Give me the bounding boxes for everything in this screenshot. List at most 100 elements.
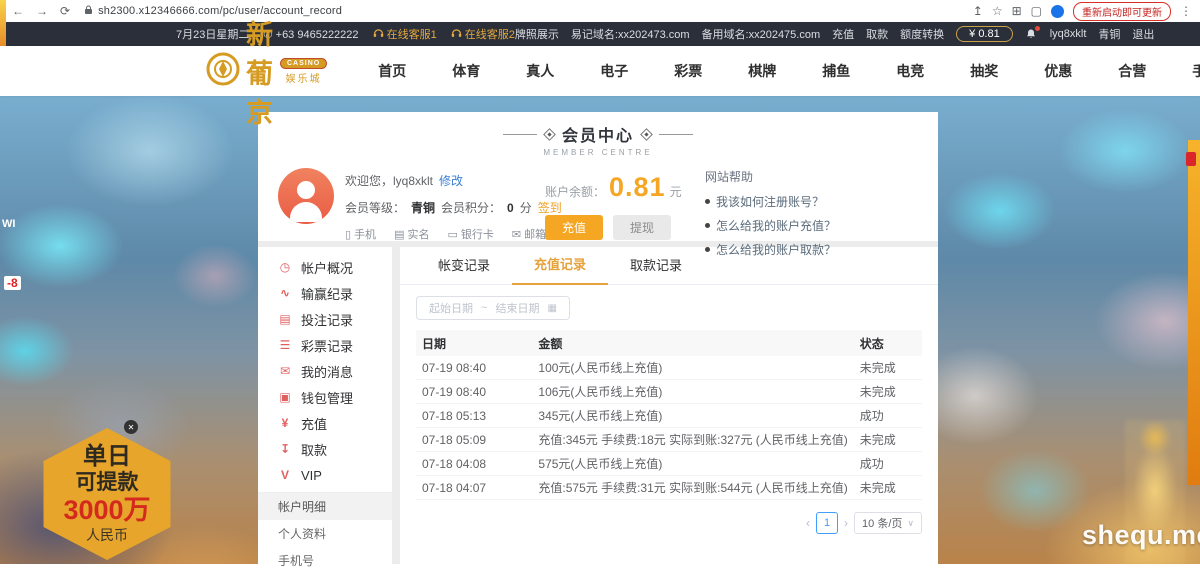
- table-row: 07-19 08:40100元(人民币线上充值)未完成: [416, 356, 922, 380]
- cell-status: 未完成: [854, 476, 922, 500]
- page-number[interactable]: 1: [816, 512, 838, 534]
- online-service-2[interactable]: 在线客服2: [451, 26, 515, 42]
- sidebar-item-label: 我的消息: [301, 362, 353, 381]
- date-separator: ~: [481, 302, 487, 314]
- sidebar-sub-item[interactable]: 手机号: [258, 547, 392, 574]
- chevron-left-icon[interactable]: ‹: [806, 516, 810, 530]
- extension-icon[interactable]: ⊞: [1012, 4, 1022, 18]
- sidebar-item[interactable]: ◷帐户概况: [258, 254, 392, 280]
- share-icon[interactable]: ↥: [973, 4, 983, 18]
- logout-link[interactable]: 退出: [1132, 26, 1154, 42]
- verify-item-实名[interactable]: ▤实名: [394, 226, 429, 242]
- edit-profile-link[interactable]: 修改: [439, 172, 463, 189]
- page-size-select[interactable]: 10 条/页 ∨: [854, 512, 922, 534]
- browser-chrome: ← → ⟳ sh2300.x12346666.com/pc/user/accou…: [0, 0, 1200, 23]
- browser-menu-icon[interactable]: ⋮: [1180, 4, 1192, 18]
- cell-date: 07-18 05:09: [416, 428, 532, 452]
- sidebar-sub-item[interactable]: 帐户明细: [258, 493, 392, 520]
- nav-menu-item[interactable]: 捕鱼: [799, 61, 873, 81]
- sidebar-item[interactable]: ¥充值: [258, 410, 392, 436]
- points-value: 0: [507, 201, 514, 215]
- sidebar-item[interactable]: ▤投注记录: [258, 306, 392, 332]
- nav-menu-item[interactable]: 真人: [503, 61, 577, 81]
- help-item-label: 怎么给我的账户充值？: [716, 217, 836, 234]
- nav-menu-item[interactable]: 抽奖: [947, 61, 1021, 81]
- panel-gutter: [392, 247, 400, 564]
- deposit-button[interactable]: 充值: [545, 215, 603, 240]
- verify-item-银行卡[interactable]: ▭银行卡: [447, 226, 493, 242]
- verify-item-邮箱[interactable]: ✉邮箱: [512, 226, 546, 242]
- topbar-transfer-link[interactable]: 额度转换: [900, 26, 944, 42]
- page-subtitle: MEMBER CENTRE: [258, 148, 938, 157]
- logo-emblem-icon: [206, 52, 240, 91]
- mail-icon: ✉: [512, 228, 521, 241]
- verify-item-手机[interactable]: ▯手机: [345, 226, 376, 242]
- nav-menu-item[interactable]: 棋牌: [725, 61, 799, 81]
- sidebar-item-label: 钱包管理: [301, 388, 353, 407]
- nav-menu-item[interactable]: 彩票: [651, 61, 725, 81]
- notification-bell-icon[interactable]: [1025, 28, 1038, 41]
- license-link[interactable]: 牌照展示: [515, 26, 559, 42]
- help-item-label: 怎么给我的账户取款？: [716, 241, 836, 258]
- domain-link-2[interactable]: 备用域名:xx202475.com: [702, 26, 821, 42]
- sidebar-item[interactable]: ↧取款: [258, 436, 392, 462]
- cell-status: 成功: [854, 452, 922, 476]
- site-logo[interactable]: 新葡京 CASINO 娱乐城: [206, 13, 327, 130]
- promo-line3: 3000万: [63, 495, 150, 526]
- cell-amount: 345元(人民币线上充值): [532, 404, 853, 428]
- browser-forward-icon[interactable]: →: [36, 4, 48, 18]
- floating-widget-badge: [1186, 152, 1196, 166]
- cell-status: 未完成: [854, 356, 922, 380]
- topbar-deposit-link[interactable]: 充值: [832, 26, 854, 42]
- nav-menu-item[interactable]: 手机APP: [1169, 61, 1200, 81]
- help-item[interactable]: 怎么给我的账户取款？: [705, 241, 925, 258]
- nav-menu-item[interactable]: 电竞: [873, 61, 947, 81]
- browser-back-icon[interactable]: ←: [12, 4, 24, 18]
- balance-pill[interactable]: ¥ 0.81: [956, 26, 1013, 42]
- cell-status: 未完成: [854, 428, 922, 452]
- welcome-text: 欢迎您，lyq8xklt: [345, 172, 433, 189]
- list-icon: ☰: [278, 338, 292, 352]
- nav-menu-item[interactable]: 优惠: [1021, 61, 1095, 81]
- sidebar-toggle-icon[interactable]: ▢: [1031, 4, 1042, 18]
- withdraw-button[interactable]: 提现: [613, 215, 671, 240]
- nav-menu-item[interactable]: 电子: [577, 61, 651, 81]
- browser-profile-avatar[interactable]: [1051, 5, 1064, 18]
- sidebar-item[interactable]: ✉我的消息: [258, 358, 392, 384]
- sidebar-item[interactable]: ▣钱包管理: [258, 384, 392, 410]
- tab-帐变记录[interactable]: 帐变记录: [416, 247, 512, 284]
- cell-amount: 充值:345元 手续费:18元 实际到账:327元 (人民币线上充值): [532, 428, 853, 452]
- bookmark-star-icon[interactable]: ☆: [992, 4, 1003, 18]
- cell-date: 07-19 08:40: [416, 380, 532, 404]
- help-item[interactable]: 怎么给我的账户充值？: [705, 217, 925, 234]
- date-range-input[interactable]: 起始日期 ~ 结束日期 ▦: [416, 296, 570, 320]
- sidebar-item-label: 输赢纪录: [301, 284, 353, 303]
- sidebar-sub-item[interactable]: 个人资料: [258, 520, 392, 547]
- topbar-withdraw-link[interactable]: 取款: [866, 26, 888, 42]
- nav-menu-item[interactable]: 首页: [355, 61, 429, 81]
- topbar-username[interactable]: lyq8xklt: [1050, 28, 1087, 40]
- bet-icon: ▤: [278, 312, 292, 326]
- phone-icon: ▯: [345, 228, 351, 241]
- help-item[interactable]: 我该如何注册账号？: [705, 193, 925, 210]
- nav-menu-item[interactable]: 合营: [1095, 61, 1169, 81]
- cell-date: 07-18 05:13: [416, 404, 532, 428]
- chevron-right-icon[interactable]: ›: [844, 516, 848, 530]
- date-start-placeholder: 起始日期: [429, 300, 473, 316]
- pagination: ‹ 1 › 10 条/页 ∨: [400, 512, 922, 534]
- promo-close-icon[interactable]: ✕: [124, 420, 138, 434]
- user-avatar[interactable]: [278, 168, 334, 224]
- tab-取款记录[interactable]: 取款记录: [608, 247, 704, 284]
- table-row: 07-19 08:40106元(人民币线上充值)未完成: [416, 380, 922, 404]
- domain-link-1[interactable]: 易记域名:xx202473.com: [571, 26, 690, 42]
- sidebar-item[interactable]: ☰彩票记录: [258, 332, 392, 358]
- verify-label: 邮箱: [524, 226, 546, 242]
- sidebar-item[interactable]: ∿输赢纪录: [258, 280, 392, 306]
- sidebar-item[interactable]: VVIP: [258, 462, 392, 488]
- verify-row: ▯手机 ▤实名 ▭银行卡 ✉邮箱: [345, 226, 562, 242]
- window-edge: [0, 0, 6, 46]
- online-service-1[interactable]: 在线客服1: [373, 26, 437, 42]
- browser-update-button[interactable]: 重新启动即可更新: [1073, 2, 1171, 21]
- browser-reload-icon[interactable]: ⟳: [60, 4, 70, 18]
- nav-menu-item[interactable]: 体育: [429, 61, 503, 81]
